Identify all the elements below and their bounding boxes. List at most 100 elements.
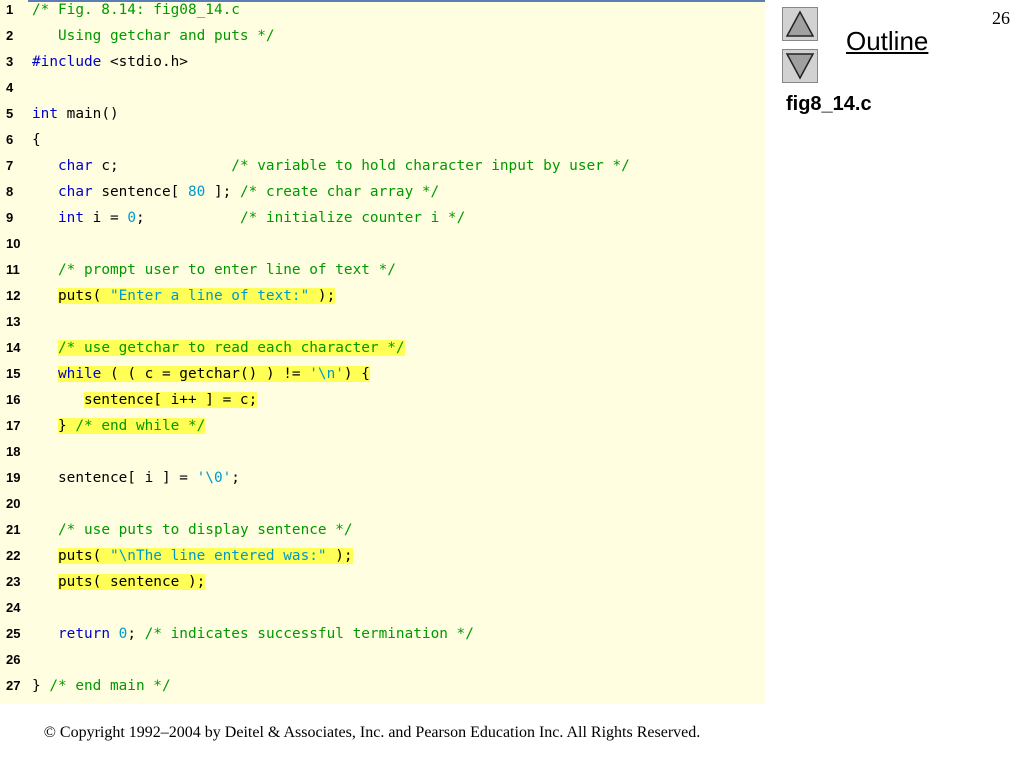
copyright-footer: © Copyright 1992–2004 by Deitel & Associ… xyxy=(43,724,701,741)
line-number: 1 xyxy=(6,2,14,17)
code-token: } xyxy=(32,678,50,694)
code-literal: "Enter a line of text:" xyxy=(109,288,310,304)
code-line: 12 puts( "Enter a line of text:" ); xyxy=(0,286,765,312)
code-token: ; xyxy=(127,626,145,642)
code-literal: "\nThe line entered was:" xyxy=(109,548,327,564)
line-number: 10 xyxy=(6,236,21,251)
line-number: 16 xyxy=(6,392,21,407)
code-line: 2 Using getchar and puts */ xyxy=(0,26,765,52)
code-literal: 0 xyxy=(127,210,136,226)
code-line: 3 #include <stdio.h> xyxy=(0,52,765,78)
code-text: /* prompt user to enter line of text */ xyxy=(32,260,396,286)
line-number: 5 xyxy=(6,106,14,121)
code-line: 1 /* Fig. 8.14: fig08_14.c xyxy=(0,0,765,26)
code-text: puts( "Enter a line of text:" ); xyxy=(32,286,336,312)
file-name-label: fig8_14.c xyxy=(786,93,872,115)
code-text: /* use getchar to read each character */ xyxy=(32,338,405,364)
code-text: } /* end while */ xyxy=(32,416,206,442)
line-number: 14 xyxy=(6,340,21,355)
code-keyword: char xyxy=(58,158,93,174)
code-literal: '\n' xyxy=(309,366,344,382)
code-text: { xyxy=(32,130,41,156)
code-token: i = xyxy=(84,210,128,226)
code-token: main() xyxy=(58,106,119,122)
code-text: /* Fig. 8.14: fig08_14.c xyxy=(32,0,240,26)
line-number: 24 xyxy=(6,600,21,615)
code-token: { xyxy=(32,132,41,148)
code-line: 6{ xyxy=(0,130,765,156)
code-token: } xyxy=(58,418,76,434)
code-line: 15 while ( ( c = getchar() ) != '\n') { xyxy=(0,364,765,390)
next-slide-button[interactable] xyxy=(782,49,818,83)
line-number: 23 xyxy=(6,574,21,589)
code-line: 10 xyxy=(0,234,765,260)
code-token: puts( xyxy=(58,288,110,304)
line-number: 7 xyxy=(6,158,14,173)
code-token: ( ( c = getchar() ) != xyxy=(101,366,310,382)
code-comment: /* variable to hold character input by u… xyxy=(231,158,630,174)
code-comment: /* use getchar to read each character */ xyxy=(58,340,405,356)
code-keyword: int xyxy=(32,106,58,122)
code-line: 13 xyxy=(0,312,765,338)
code-line: 21 /* use puts to display sentence */ xyxy=(0,520,765,546)
code-text: char sentence[ 80 ]; /* create char arra… xyxy=(32,182,439,208)
outline-link[interactable]: Outline xyxy=(846,26,928,57)
code-line: 9 int i = 0; /* initialize counter i */ xyxy=(0,208,765,234)
code-token: ; xyxy=(136,210,240,226)
line-number: 27 xyxy=(6,678,21,693)
code-token: ); xyxy=(326,548,353,564)
code-comment: /* prompt user to enter line of text */ xyxy=(58,262,396,278)
code-literal: '\0' xyxy=(196,470,232,486)
code-line: 19 sentence[ i ] = '\0'; xyxy=(0,468,765,494)
code-comment: /* indicates successful termination */ xyxy=(144,626,474,642)
code-keyword: return xyxy=(58,626,110,642)
down-triangle-icon xyxy=(785,53,815,80)
code-token: sentence[ i++ ] = c; xyxy=(83,392,258,408)
code-keyword: while xyxy=(58,366,102,382)
code-token: ) { xyxy=(343,366,370,382)
code-line: 20 xyxy=(0,494,765,520)
code-text: /* use puts to display sentence */ xyxy=(32,520,353,546)
code-text: sentence[ i ] = '\0'; xyxy=(32,468,240,494)
previous-slide-button[interactable] xyxy=(782,7,818,41)
line-number: 17 xyxy=(6,418,21,433)
code-comment: Using getchar and puts */ xyxy=(32,28,275,44)
line-number: 2 xyxy=(6,28,14,43)
line-number: 26 xyxy=(6,652,21,667)
line-number: 8 xyxy=(6,184,14,199)
code-text: sentence[ i++ ] = c; xyxy=(32,390,258,416)
code-text: } /* end main */ xyxy=(32,676,171,702)
code-line: 27 } /* end main */ xyxy=(0,676,765,702)
code-comment: /* initialize counter i */ xyxy=(239,210,466,226)
line-number: 13 xyxy=(6,314,21,329)
line-number: 3 xyxy=(6,54,14,69)
code-text: Using getchar and puts */ xyxy=(32,26,275,52)
line-number: 20 xyxy=(6,496,21,511)
code-line: 18 xyxy=(0,442,765,468)
code-keyword: int xyxy=(58,210,84,226)
line-number: 21 xyxy=(6,522,21,537)
code-line: 26 xyxy=(0,650,765,676)
line-number: 6 xyxy=(6,132,14,147)
code-line: 5 int main() xyxy=(0,104,765,130)
code-token: puts( sentence ); xyxy=(58,574,206,590)
code-text: #include <stdio.h> xyxy=(32,52,188,78)
code-token: c; xyxy=(92,158,232,174)
code-comment: /* use puts to display sentence */ xyxy=(58,522,353,538)
code-line: 24 xyxy=(0,598,765,624)
code-token: puts( xyxy=(58,548,110,564)
code-token: sentence[ xyxy=(92,184,188,200)
line-number: 18 xyxy=(6,444,21,459)
code-text: char c; /* variable to hold character in… xyxy=(32,156,630,182)
code-text: puts( "\nThe line entered was:" ); xyxy=(32,546,353,572)
code-token: ]; xyxy=(205,184,240,200)
